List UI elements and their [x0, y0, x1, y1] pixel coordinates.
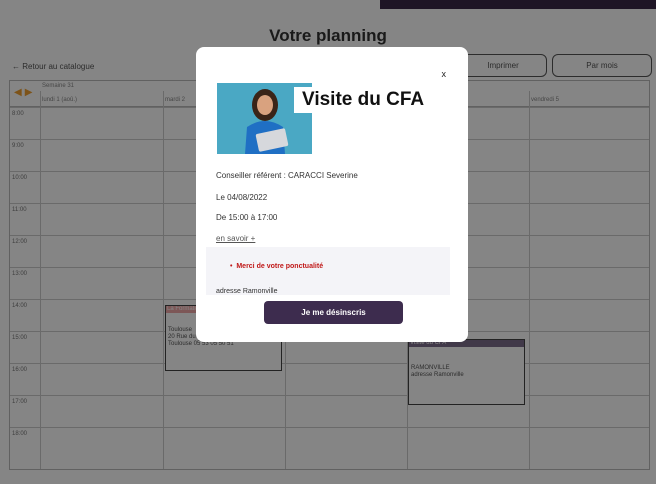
more-info-link[interactable]: en savoir +	[216, 234, 255, 243]
event-detail-modal: x Visite du CFA Conseiller référent : CA…	[196, 47, 468, 342]
unsubscribe-button[interactable]: Je me désinscris	[264, 301, 403, 324]
modal-title: Visite du CFA	[294, 87, 444, 113]
address-text: adresse Ramonville	[216, 288, 278, 295]
date-text: Le 04/08/2022	[216, 193, 268, 202]
close-button[interactable]: x	[442, 69, 447, 79]
note-text: Merci de votre ponctualité	[236, 263, 324, 270]
note-item: • Merci de votre ponctualité	[230, 263, 324, 270]
advisor-text: Conseiller référent : CARACCI Severine	[216, 171, 358, 180]
time-text: De 15:00 à 17:00	[216, 213, 278, 222]
